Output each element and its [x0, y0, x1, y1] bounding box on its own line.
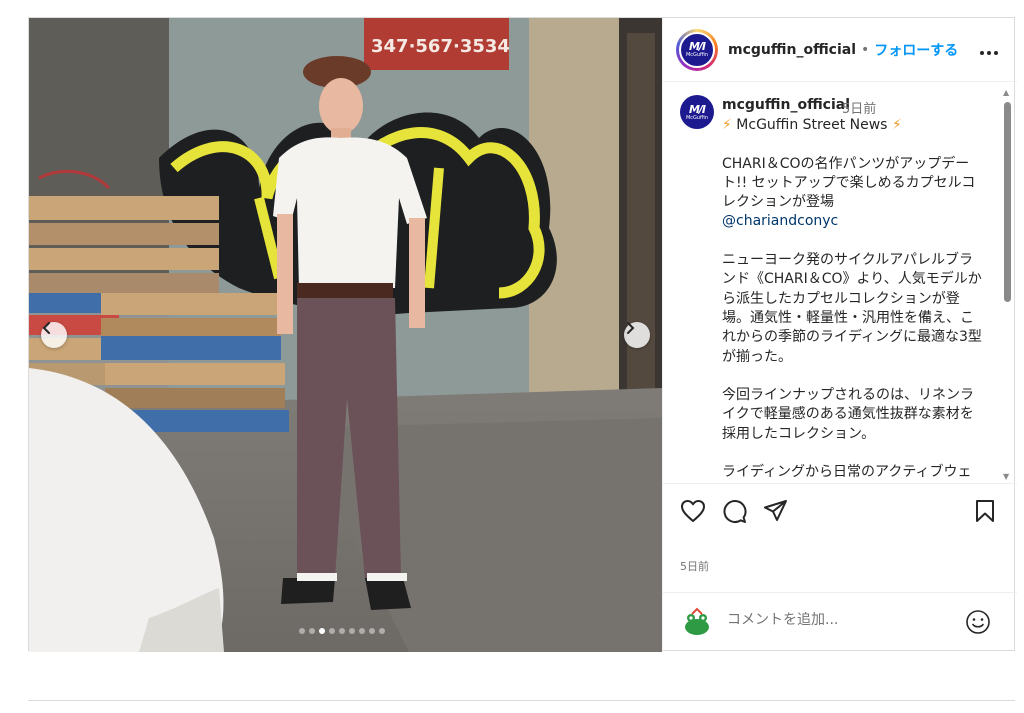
slide-dot — [349, 628, 355, 634]
story-ring-avatar[interactable]: M/I McGuffin — [676, 28, 718, 71]
logo-mark: M/I — [688, 40, 706, 53]
svg-text:347·567·3534: 347·567·3534 — [371, 36, 510, 57]
logo-mark: M/I — [688, 102, 706, 116]
post-header: M/I McGuffin mcguffin_official • フォローする — [663, 18, 1017, 82]
heart-icon — [681, 500, 705, 522]
caption-avatar[interactable]: M/I McGuffin — [680, 95, 714, 129]
share-button[interactable] — [763, 499, 788, 527]
slide-dot — [329, 628, 335, 634]
slide-indicator — [299, 628, 385, 634]
street-photo: 347·567·3534 — [29, 18, 662, 652]
comment-input[interactable] — [727, 612, 947, 628]
like-button[interactable] — [680, 499, 706, 527]
post-side-panel: M/I McGuffin mcguffin_official • フォローする … — [662, 18, 1017, 652]
page-divider — [28, 700, 1015, 701]
caption-paragraph-4: ライディングから日常のアクティブウェアまで、幅広いシーンで活躍するコレクションと… — [722, 464, 972, 481]
scroll-down-arrow-icon[interactable]: ▼ — [1003, 472, 1009, 481]
logo-sub: McGuffin — [685, 114, 709, 121]
save-button[interactable] — [975, 499, 995, 527]
caption-username[interactable]: mcguffin_official — [722, 97, 850, 113]
avatar: M/I McGuffin — [680, 95, 714, 129]
news-line-text: McGuffin Street News — [736, 117, 888, 133]
slide-dot — [369, 628, 375, 634]
comment-button[interactable] — [722, 499, 747, 528]
emoji-button[interactable] — [965, 609, 991, 639]
caption-text: ⚡ McGuffin Street News ⚡ CHARI＆COの名作パンツが… — [722, 116, 982, 483]
scroll-thumb[interactable] — [1004, 102, 1011, 302]
mention-link[interactable]: @chariandconyc — [722, 213, 838, 229]
current-user-avatar — [680, 605, 714, 639]
caption-paragraph-3: 今回ラインナップされるのは、リネンライクで軽量感のある通気性抜群な素材を採用した… — [722, 387, 974, 442]
more-options-button[interactable] — [979, 40, 999, 61]
lightning-icon: ⚡ — [891, 117, 902, 133]
chevron-left-icon — [42, 322, 50, 334]
header-username[interactable]: mcguffin_official — [728, 42, 856, 58]
chevron-right-icon — [627, 322, 635, 334]
follow-button[interactable]: フォローする — [874, 40, 958, 60]
slide-dot — [319, 628, 325, 634]
scroll-track[interactable] — [1003, 102, 1011, 472]
caption-time[interactable]: 5日前 — [842, 98, 876, 117]
news-line: ⚡ McGuffin Street News ⚡ — [722, 116, 982, 135]
caption-scrollbar[interactable]: ▲ ▼ — [1003, 88, 1011, 483]
emoji-icon — [966, 610, 990, 634]
avatar: M/I McGuffin — [679, 31, 715, 68]
logo-sub: McGuffin — [685, 52, 709, 58]
action-bar — [663, 483, 1017, 543]
frog-avatar-icon — [680, 605, 714, 639]
caption-paragraph-2: ニューヨーク発のサイクルアパレルブランド《CHARI＆CO》より、人気モデルから… — [722, 252, 982, 365]
slide-dot — [339, 628, 345, 634]
slide-dot — [299, 628, 305, 634]
post-media: 347·567·3534 — [29, 18, 662, 652]
next-slide-button[interactable] — [624, 322, 650, 348]
caption-paragraph-1: CHARI＆COの名作パンツがアップデート!! セットアップで楽しめるカプセルコ… — [722, 155, 976, 211]
scroll-up-arrow-icon[interactable]: ▲ — [1003, 88, 1009, 97]
header-separator: • — [861, 41, 870, 58]
bookmark-icon — [976, 500, 994, 522]
slide-dot — [309, 628, 315, 634]
slide-dot — [359, 628, 365, 634]
previous-slide-button[interactable] — [41, 322, 67, 348]
send-icon — [764, 500, 787, 521]
caption-area: M/I McGuffin mcguffin_official 5日前 ⚡ McG… — [663, 83, 1017, 483]
comment-icon — [723, 500, 747, 523]
post-dialog: 347·567·3534 M/I McGuffin mcguffin_offic… — [28, 17, 1017, 652]
lightning-icon: ⚡ — [722, 117, 732, 133]
comment-bar — [663, 592, 1017, 652]
more-horizontal-icon — [980, 51, 998, 55]
post-timestamp[interactable]: 5日前 — [680, 558, 709, 574]
slide-dot — [379, 628, 385, 634]
